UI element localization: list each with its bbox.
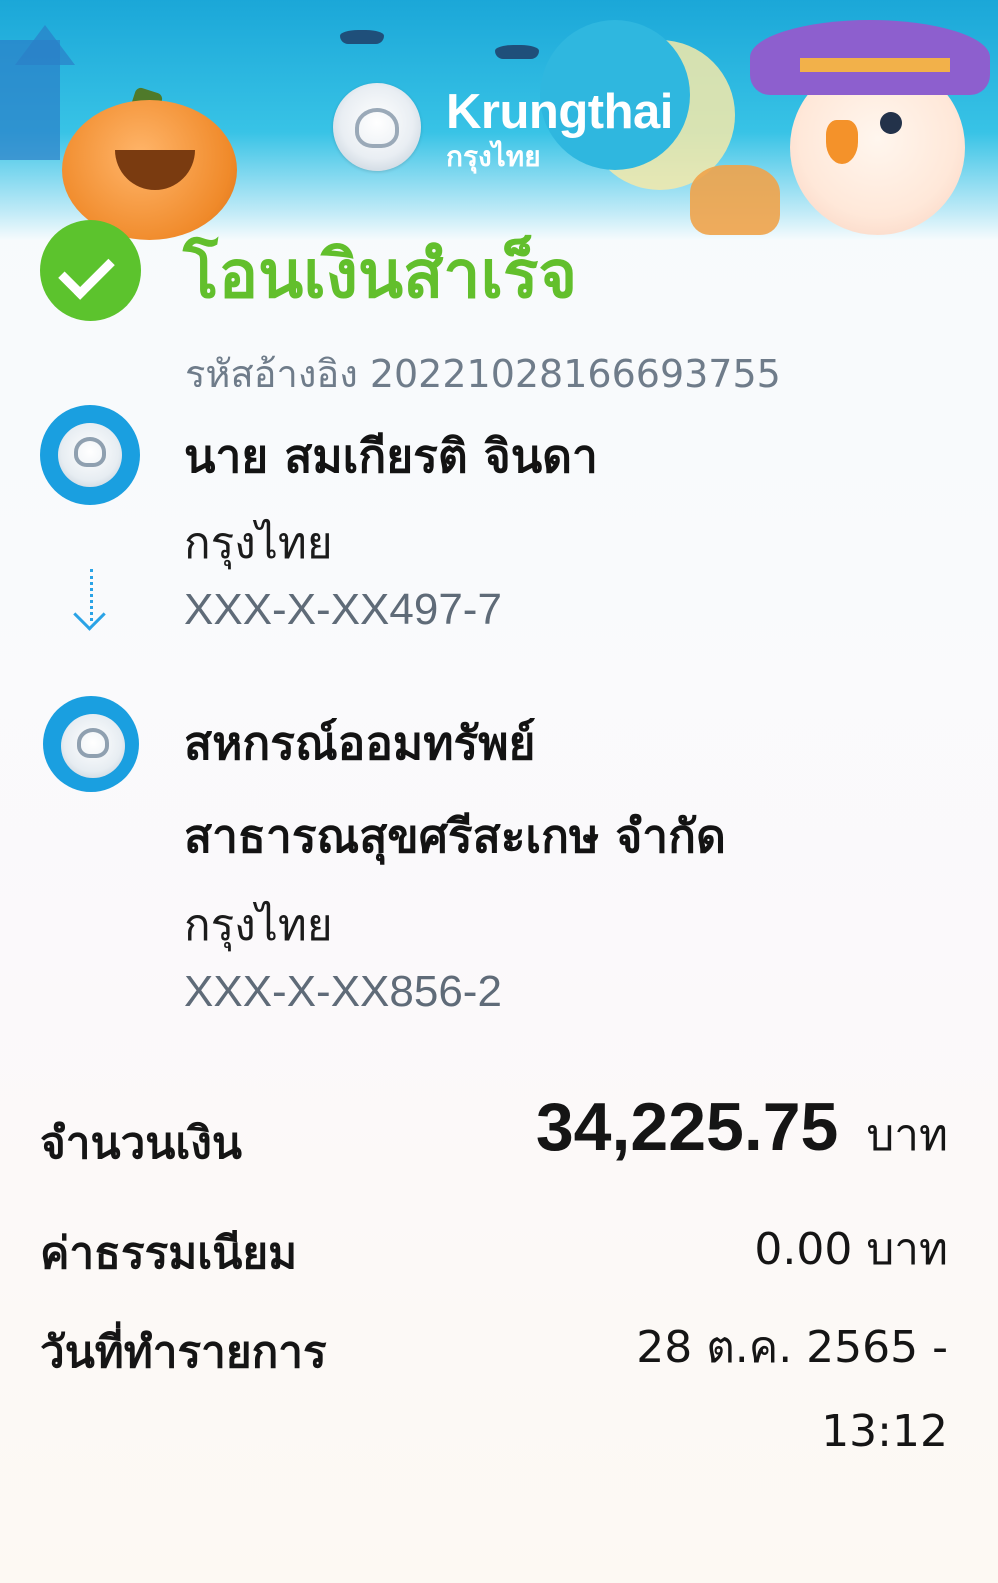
bat-icon [495, 45, 539, 59]
arrow-down-icon [73, 598, 106, 631]
candy-basket-illustration [690, 165, 780, 235]
sender-bank-icon [40, 405, 140, 505]
mascot-beak [826, 120, 858, 164]
amount-label: จำนวนเงิน [40, 1118, 242, 1169]
amount-unit: บาท [866, 1110, 948, 1161]
receiver-name-line2: สาธารณสุขศรีสะเกษ จำกัด [184, 809, 726, 863]
transaction-date-label: วันที่ทำรายการ [40, 1327, 327, 1378]
transaction-date-value: 28 ต.ค. 2565 - [636, 1322, 948, 1373]
hat-band [800, 58, 950, 72]
receiver-bank-icon [43, 696, 139, 792]
receiver-bank: กรุงไทย [184, 900, 333, 951]
sender-account: XXX-X-XX497-7 [184, 585, 502, 634]
transaction-time-value: 13:12 [821, 1406, 948, 1457]
receiver-account: XXX-X-XX856-2 [184, 967, 502, 1016]
house-roof-illustration [15, 25, 75, 65]
sender-name: นาย สมเกียรติ จินดา [184, 429, 598, 483]
mascot-eye [880, 112, 902, 134]
reference-number: รหัสอ้างอิง 20221028166693755 [185, 352, 781, 396]
brand-name-en: Krungthai [446, 85, 673, 139]
transfer-success-title: โอนเงินสำเร็จ [183, 236, 578, 313]
receiver-name-line1: สหกรณ์ออมทรัพย์ [184, 716, 536, 770]
header-banner: Krungthai กรุงไทย [0, 0, 998, 240]
amount-value: 34,225.75 [535, 1089, 839, 1165]
amount-row-value: 34,225.75 บาท [536, 1088, 948, 1170]
fee-value: 0.00 บาท [754, 1224, 948, 1275]
brand-name-th: กรุงไทย [446, 140, 541, 173]
logo-emblem [355, 108, 399, 148]
bat-icon [340, 30, 384, 44]
fee-label: ค่าธรรมเนียม [40, 1228, 298, 1279]
success-check-icon [40, 220, 141, 321]
sender-bank: กรุงไทย [184, 518, 333, 569]
